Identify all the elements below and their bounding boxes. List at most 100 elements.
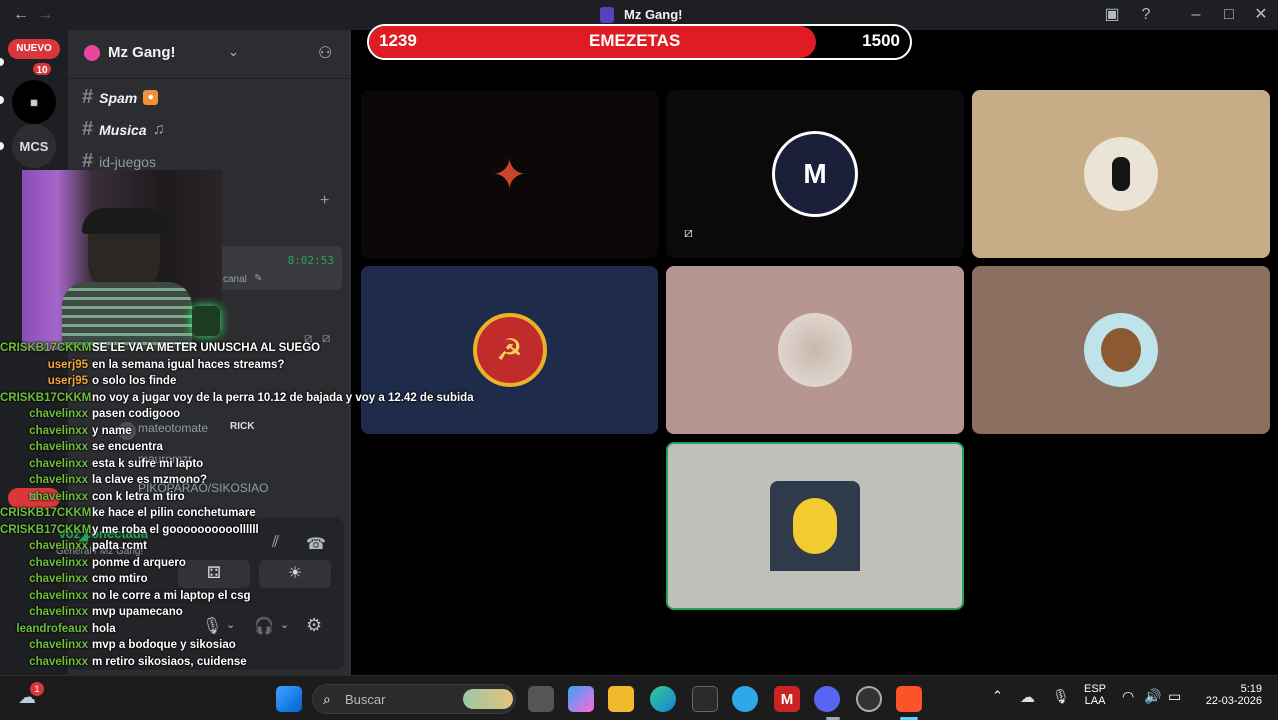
chat-message: userj95 en la semana igual haces streams? (0, 358, 285, 375)
chat-message: chavelinxx palta rcmt (0, 540, 147, 556)
search-highlight-image (463, 689, 513, 709)
participant-tile[interactable] (972, 266, 1270, 434)
chat-text: o solo los finde (92, 375, 177, 387)
chat-username: CRISKB17CKKM (0, 523, 92, 536)
wifi-icon[interactable]: ◠ (1122, 688, 1134, 705)
clock[interactable]: 5:19 22-03-2026 (1200, 683, 1262, 707)
search-box[interactable]: ⌕ Buscar (312, 684, 516, 714)
participant-tile[interactable] (972, 90, 1270, 258)
minion-avatar (770, 481, 860, 571)
chevron-down-icon[interactable]: ⌄ (228, 44, 239, 60)
add-channel-icon[interactable]: + (320, 192, 329, 210)
chat-text: la clave es mzmono? (92, 474, 208, 486)
edge-icon[interactable] (650, 686, 676, 712)
chat-username: chavelinxx (29, 556, 88, 569)
chat-text: mvp upamecano (92, 606, 183, 618)
participant-tile[interactable]: M ⧄ (666, 90, 964, 258)
clock-time: 5:19 (1240, 683, 1262, 695)
chat-message: chavelinxx ponme d arquero (0, 557, 186, 573)
keyboard-layout: LAA (1084, 695, 1106, 707)
chat-message: chavelinxx mvp a bodoque y sikosiao (0, 639, 236, 655)
clock-date: 22-03-2026 (1205, 695, 1262, 707)
close-icon[interactable]: ✕ (1246, 0, 1276, 30)
copilot-icon[interactable] (568, 686, 594, 712)
channel-spam[interactable]: # Spam ⏺ (82, 86, 159, 109)
chat-username: chavelinxx (29, 589, 88, 602)
music-note-icon: ♫ (152, 120, 165, 138)
chat-username: CRISKB17CKKM (0, 342, 92, 354)
chat-text: no voy a jugar voy de la perra 10.12 de … (92, 391, 474, 404)
chat-username: chavelinxx (29, 573, 88, 585)
channel-musica[interactable]: # Musica ♫ (82, 118, 165, 141)
server-name[interactable]: Mz Gang! (108, 44, 176, 61)
chat-text: y me roba el goooooooooollllll (92, 523, 259, 536)
participant-tile[interactable] (666, 266, 964, 434)
minimize-icon[interactable]: – (1181, 0, 1211, 30)
mcafee-icon[interactable]: M (774, 686, 800, 712)
store-icon[interactable] (692, 686, 718, 712)
chat-username: chavelinxx (29, 490, 88, 503)
server-icon (600, 7, 614, 23)
search-icon: ⌕ (323, 691, 331, 707)
voice-timer: 8:02:53 (287, 254, 334, 267)
taskbar: ☁ 1 ⌕ Buscar M ⌃ ☁ 🎙 ESP LAA ◠ 🔊 ▭ 5:19 … (0, 675, 1278, 720)
invite-people-icon[interactable]: ⚇ (318, 43, 332, 63)
goal-current: 1239 (379, 31, 417, 50)
new-badge[interactable]: NUEVO (8, 39, 60, 59)
chat-username: CRISKB17CKKM (0, 391, 92, 404)
server-icon-rage[interactable]: ▦ (12, 80, 56, 124)
chat-message: CRISKB17CKKMno voy a jugar voy de la per… (0, 392, 474, 408)
crash-avatar: ✦ (491, 150, 528, 198)
discord-icon[interactable] (814, 686, 840, 712)
chevron-up-icon[interactable]: ⌃ (992, 688, 1003, 704)
battery-icon[interactable]: ▭ (1168, 688, 1181, 705)
language-indicator[interactable]: ESP LAA (1084, 683, 1106, 707)
chat-username: chavelinxx (29, 474, 88, 486)
weather-badge: 1 (30, 682, 44, 696)
window-title: Mz Gang! (624, 7, 683, 22)
participant-tile[interactable]: ✦ (361, 90, 658, 258)
server-icon-mcs[interactable]: MCS (12, 124, 56, 168)
channel-name: id-juegos (99, 153, 156, 170)
chat-message: chavelinxx esta k sufre mi lapto (0, 458, 203, 474)
unread-pill (0, 58, 4, 66)
chat-text: con k letra m tiro (92, 490, 185, 503)
chat-message: chavelinxx y name (0, 424, 132, 441)
chat-username: chavelinxx (29, 457, 88, 470)
file-explorer-icon[interactable] (608, 686, 634, 712)
participant-tile-speaking[interactable] (666, 442, 964, 610)
microphone-icon[interactable]: 🎙 (1052, 688, 1070, 705)
cap (82, 208, 168, 234)
stream-chat-overlay: CRISKB17CKKMSE LE VA A METER UNUSCHA AL … (0, 342, 480, 675)
chat-message: leandrofeaux hola (0, 622, 115, 639)
chat-text: ke hace el pilin conchetumare (92, 507, 256, 519)
chat-text: no le corre a mi laptop el csg (92, 589, 251, 602)
task-view-icon[interactable] (528, 686, 554, 712)
chat-username: chavelinxx (29, 655, 88, 668)
onedrive-icon[interactable]: ☁ (1020, 688, 1035, 706)
pencil-icon[interactable]: ✎ (254, 273, 262, 284)
chat-text: y name (92, 424, 132, 437)
avatar (778, 313, 852, 387)
obs-icon[interactable] (856, 686, 882, 712)
goal-target: 1500 (862, 31, 900, 50)
help-icon[interactable]: ? (1131, 0, 1161, 30)
green-light (192, 306, 220, 336)
language-code: ESP (1084, 683, 1107, 695)
chat-text: ponme d arquero (92, 556, 186, 569)
unread-pill (0, 96, 4, 104)
hash-icon: # (82, 86, 94, 108)
chat-username: userj95 (47, 358, 88, 371)
brave-icon[interactable] (896, 686, 922, 712)
inbox-icon[interactable]: ▣ (1097, 0, 1127, 30)
start-windows-icon[interactable] (276, 686, 302, 712)
forward-arrow-icon[interactable]: → (30, 0, 60, 30)
weather-app-icon[interactable] (732, 686, 758, 712)
volume-icon[interactable]: 🔊 (1144, 688, 1161, 705)
voice-channel-card[interactable]: 8:02:53 canal ✎ (218, 246, 342, 290)
maximize-icon[interactable]: □ (1214, 0, 1244, 30)
divider (68, 78, 351, 79)
avatar (1084, 137, 1158, 211)
chat-username: leandrofeaux (16, 622, 88, 635)
server-avatar (84, 45, 100, 61)
